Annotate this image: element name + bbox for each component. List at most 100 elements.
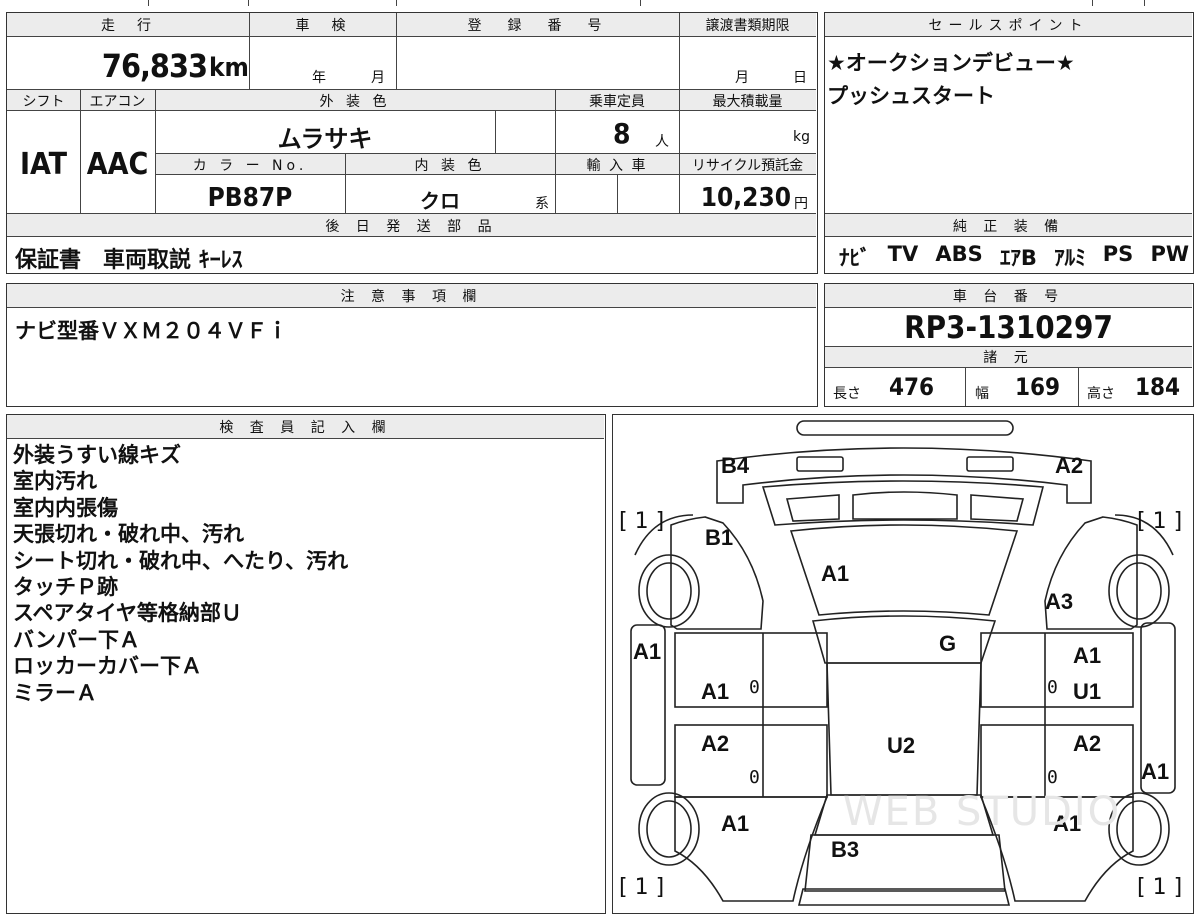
rear-left-wheel-inner xyxy=(646,800,692,858)
left-rear-quarter xyxy=(674,796,829,902)
equipment-tv: TV xyxy=(887,242,919,266)
equipment-ps: PS xyxy=(1102,242,1134,266)
inspection-year: 年 xyxy=(312,70,326,86)
vehicle-info-grid: 走 行 車 検 登 録 番 号 譲渡書類期限 76,833 km 年 月 月 日… xyxy=(6,12,818,274)
equipment-airbag: ｴｱB xyxy=(999,246,1037,270)
inspector-line: 室内汚れ xyxy=(13,469,97,494)
parts-value: 保証書 車両取説 ｷｰﾚｽ xyxy=(15,248,243,273)
spec-header: 諸 元 xyxy=(983,350,1034,366)
label-u2: U2 xyxy=(887,733,916,758)
label-b1: B1 xyxy=(705,525,734,550)
label-b4: B4 xyxy=(721,453,750,478)
label-g: G xyxy=(939,631,957,656)
inspector-line: スペアタイヤ等格納部Ｕ xyxy=(13,601,242,626)
rear-right-wheel-inner xyxy=(1116,800,1162,858)
equipment-header: 純 正 装 備 xyxy=(952,219,1065,235)
interior-color-suffix: 系 xyxy=(535,196,549,212)
capacity-value: 8 xyxy=(613,117,631,150)
label-b3: B3 xyxy=(831,837,860,862)
label-a2-right-door: A2 xyxy=(1073,731,1102,756)
shift-header: シフト xyxy=(22,94,65,110)
inspector-line: シート切れ・破れ中、へたり、汚れ xyxy=(13,548,349,573)
bracket-bottom-left: [ 1 ] xyxy=(619,875,665,900)
recycle-header: リサイクル預託金 xyxy=(691,158,804,174)
equipment-abs: ABS xyxy=(935,242,983,266)
chassis-panel: 車 台 番 号 RP3-1310297 諸 元 長さ 476 幅 169 高さ … xyxy=(824,283,1194,407)
interior-color-header: 内 装 色 xyxy=(414,158,486,174)
bracket-top-left: [ 1 ] xyxy=(619,509,665,534)
front-bumper-outline xyxy=(716,447,1092,504)
sales-point-header: セールスポイント xyxy=(928,18,1089,34)
mileage-value: 76,833 xyxy=(101,47,208,85)
watermark: WEB STUDIO xyxy=(843,789,1122,835)
grille-inner-mid xyxy=(852,491,958,520)
zero-mark: 0 xyxy=(749,767,760,788)
sales-point-line-1: ★オークションデビュー★ xyxy=(827,51,1075,75)
sales-point-line-2: プッシュスタート xyxy=(827,84,995,108)
label-a1-left-door: A1 xyxy=(701,679,730,704)
parts-header: 後 日 発 送 部 品 xyxy=(325,219,498,235)
inspection-month: 月 xyxy=(371,70,385,86)
color-no-header: カ ラ ー No. xyxy=(192,158,308,174)
equipment-navi: ﾅﾋﾞ xyxy=(839,246,871,270)
inspector-line: 天張切れ・破れ中、汚れ xyxy=(13,522,244,547)
zero-mark: 0 xyxy=(1047,677,1058,698)
label-u1: U1 xyxy=(1073,679,1102,704)
front-light-right xyxy=(966,456,1014,472)
chassis-header: 車 台 番 号 xyxy=(952,289,1065,305)
equipment-list: ﾅﾋﾞ TV ABS ｴｱB ｱﾙﾐ PS PW xyxy=(839,242,1189,272)
roof-outline xyxy=(811,615,997,664)
registration-header: 登 録 番 号 xyxy=(467,18,608,34)
transfer-day: 日 xyxy=(793,70,807,86)
length-value: 476 xyxy=(889,373,935,401)
top-strip xyxy=(0,0,1200,8)
inspector-lines: 外装うすい線キズ 室内汚れ 室内内張傷 天張切れ・破れ中、汚れ シート切れ・破れ… xyxy=(13,442,348,706)
interior-color-value: クロ xyxy=(420,189,460,213)
inspector-line: 外装うすい線キズ xyxy=(13,443,181,467)
label-a3: A3 xyxy=(1045,589,1074,614)
length-label: 長さ xyxy=(833,386,861,402)
sales-point-panel: セールスポイント ★オークションデビュー★ プッシュスタート 純 正 装 備 ﾅ… xyxy=(824,12,1194,274)
recycle-value: 10,230 xyxy=(700,183,791,213)
load-unit: kg xyxy=(793,129,810,145)
bracket-top-right: [ 1 ] xyxy=(1137,509,1183,534)
inspection-header: 車 検 xyxy=(295,18,350,34)
bracket-bottom-right: [ 1 ] xyxy=(1137,875,1183,900)
grille-inner-right xyxy=(970,494,1025,522)
label-a1-left-side: A1 xyxy=(633,639,662,664)
transfer-month: 月 xyxy=(735,70,749,86)
car-diagram-svg xyxy=(630,420,1176,906)
inspector-line: バンパー下Ａ xyxy=(13,627,141,652)
center-body xyxy=(826,662,982,796)
notes-panel: 注 意 事 項 欄 ナビ型番ＶＸＭ２０４ＶＦｉ xyxy=(6,283,818,407)
top-antenna-bar xyxy=(796,420,1014,436)
notes-value: ナビ型番ＶＸＭ２０４ＶＦｉ xyxy=(15,319,288,343)
max-load-header: 最大積載量 xyxy=(712,94,783,110)
height-label: 高さ xyxy=(1087,386,1115,402)
import-header: 輸 入 車 xyxy=(586,158,648,174)
label-a2-top: A2 xyxy=(1055,453,1084,478)
grille-inner-left xyxy=(785,494,840,522)
zero-mark: 0 xyxy=(1047,767,1058,788)
ac-value: AAC xyxy=(86,147,149,182)
inspector-line: 室内内張傷 xyxy=(13,495,118,520)
notes-header: 注 意 事 項 欄 xyxy=(340,289,483,305)
mileage-unit: km xyxy=(209,53,249,83)
exterior-color-header: 外 装 色 xyxy=(319,94,391,110)
inspector-line: タッチＰ跡 xyxy=(13,575,118,600)
equipment-pw: PW xyxy=(1150,242,1189,266)
capacity-unit: 人 xyxy=(655,134,669,150)
label-a1-right-side: A1 xyxy=(1073,643,1102,668)
color-no-value: PB87P xyxy=(207,183,293,213)
chassis-number: RP3-1310297 xyxy=(904,310,1113,346)
label-a1-hood: A1 xyxy=(821,561,850,586)
inspector-line: ロッカーカバー下Ａ xyxy=(13,654,202,679)
width-label: 幅 xyxy=(975,386,989,402)
height-value: 184 xyxy=(1135,373,1181,401)
recycle-unit: 円 xyxy=(794,196,808,212)
car-diagram-panel: [ 1 ] [ 1 ] [ 1 ] [ 1 ] B4 A2 B1 A1 A3 G… xyxy=(612,414,1194,914)
rear-left-wheel xyxy=(638,792,700,866)
label-a1-right-rocker: A1 xyxy=(1141,759,1170,784)
zero-mark: 0 xyxy=(749,677,760,698)
exterior-color-value: ムラサキ xyxy=(277,125,373,153)
